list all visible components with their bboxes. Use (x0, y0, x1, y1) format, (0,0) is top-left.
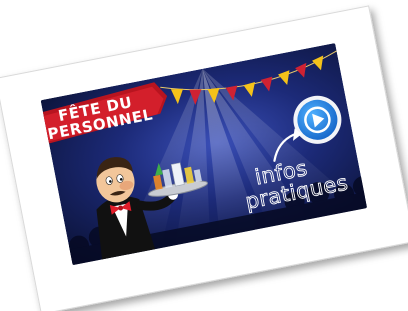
tilted-card-photo: FÊTE DU PERSONNEL infos pratiques (0, 0, 408, 311)
scene: FÊTE DU PERSONNEL infos pratiques (0, 5, 408, 311)
